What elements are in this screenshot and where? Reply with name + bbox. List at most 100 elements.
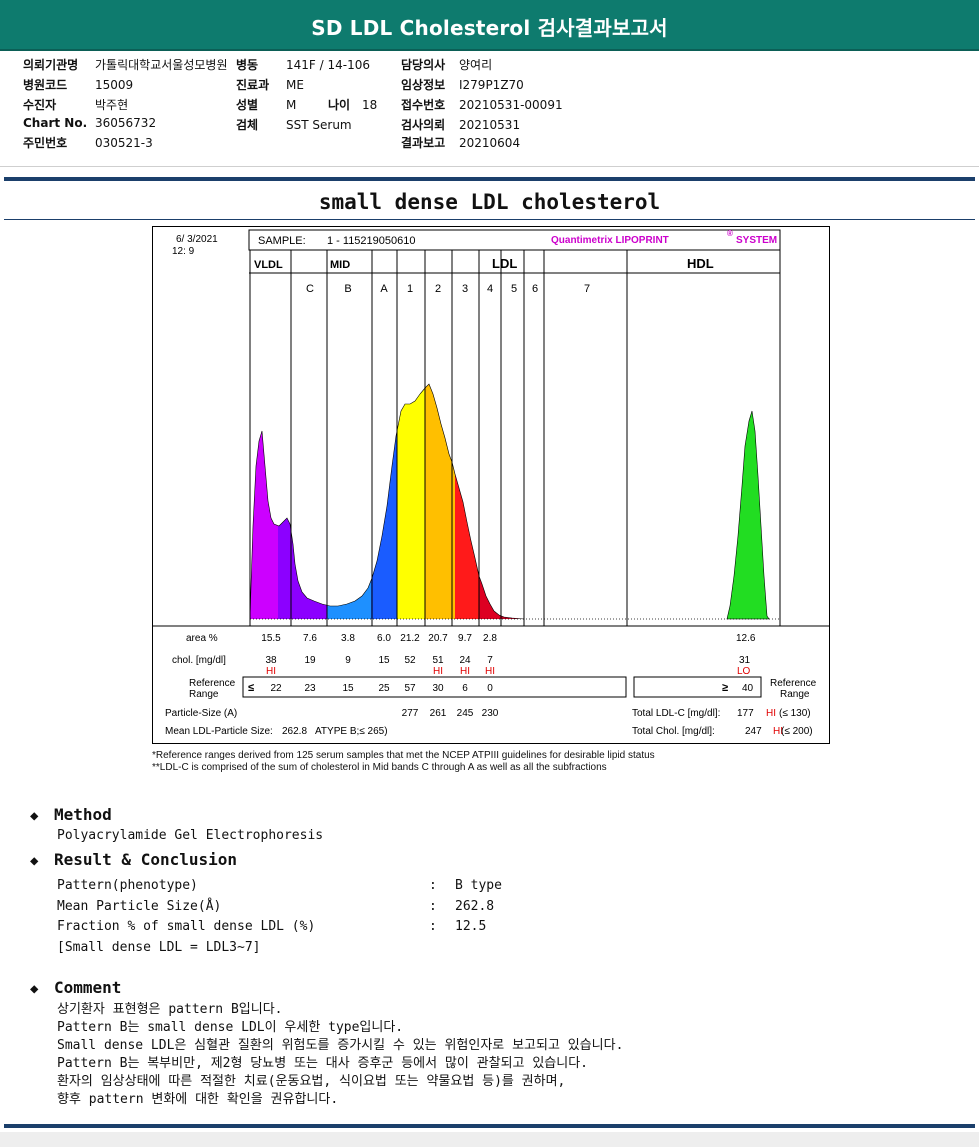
result-row-pattern: Pattern(phenotype): B type: [57, 878, 502, 893]
chol-flag: HI: [266, 666, 276, 677]
ref-range-right-label2: Range: [780, 689, 810, 700]
chol-value: 24: [459, 655, 471, 666]
band-label-3: 3: [462, 283, 468, 295]
ref-range-value: 22: [270, 683, 282, 694]
chart-time: 12: 9: [172, 246, 195, 257]
hdl-flag: LO: [737, 666, 751, 677]
ref-range-right-label1: Reference: [770, 678, 817, 689]
comment-line: Pattern B는 복부비만, 제2형 당뇨병 또는 대사 증후군 등에서 많…: [57, 1056, 588, 1071]
band-label-5: 5: [511, 283, 517, 295]
info-hospital-code: 병원코드 15009: [23, 78, 134, 92]
total-ldl-value: 177: [737, 708, 754, 719]
system-label: Quantimetrix LIPOPRINT: [551, 235, 669, 246]
row-label-ps: Particle-Size (A): [165, 708, 237, 719]
diamond-icon: ◆: [30, 853, 39, 869]
group-label-mid: MID: [330, 259, 350, 271]
footer-band: [0, 1132, 979, 1147]
ref-range-value: 30: [432, 683, 444, 694]
ref-range-value: 23: [304, 683, 316, 694]
result-row-mean-size: Mean Particle Size(Å):262.8: [57, 899, 495, 914]
hdl-chol-value: 31: [739, 655, 751, 666]
band-area-ldl1: [397, 388, 425, 619]
chol-flag: HI: [433, 666, 443, 677]
total-chol-ref: (≤ 200): [781, 726, 813, 737]
lipoprint-chart-svg: 6/ 3/2021 12: 9 SAMPLE: 1 - 115219050610…: [152, 226, 830, 744]
info-chart-no: Chart No. 36056732: [23, 116, 157, 130]
total-ldl-ref: (≤ 130): [779, 708, 811, 719]
area-pct-value: 2.8: [483, 633, 497, 644]
comment-line: 향후 pattern 변화에 대한 확인을 권유합니다.: [57, 1092, 339, 1107]
divider-top: [4, 177, 975, 181]
info-clinical: 임상정보 I279P1Z70: [401, 78, 524, 92]
total-chol-value: 247: [745, 726, 762, 737]
comment-heading: ◆ Comment: [30, 978, 122, 997]
area-pct-value: 20.7: [428, 633, 448, 644]
row-label-chol: chol. [mg/dl]: [172, 655, 226, 666]
info-resident-no: 주민번호 030521-3: [23, 136, 153, 150]
ref-range-value: 57: [404, 683, 416, 694]
system-suffix: SYSTEM: [736, 235, 777, 246]
title-bar: SD LDL Cholesterol 검사결과보고서: [0, 0, 979, 51]
particle-size-value: 261: [430, 708, 447, 719]
chol-flag: HI: [485, 666, 495, 677]
sample-id: 1 - 115219050610: [327, 235, 416, 247]
result-heading: ◆ Result & Conclusion: [30, 850, 238, 869]
band-label-1: 1: [407, 283, 413, 295]
total-ldl-label: Total LDL-C [mg/dl]:: [632, 708, 720, 719]
ref-range-value: 25: [378, 683, 390, 694]
info-request-date: 검사의뢰 20210531: [401, 118, 521, 132]
chol-value: 15: [378, 655, 390, 666]
comment-line: 환자의 임상상태에 따른 적절한 치료(운동요법, 식이요법 또는 약물요법 등…: [57, 1074, 566, 1089]
ref-range-value: 6: [462, 683, 468, 694]
mean-size-value: 262.8: [282, 726, 307, 737]
area-pct-value: 15.5: [261, 633, 281, 644]
ref-range-value: 0: [487, 683, 493, 694]
info-specimen: 검체 SST Serum: [236, 118, 352, 132]
group-label-vldl: VLDL: [254, 259, 283, 271]
band-label-6: 6: [532, 283, 538, 295]
particle-size-value: 230: [482, 708, 499, 719]
group-label-hdl: HDL: [687, 256, 714, 271]
info-doctor: 담당의사 양여리: [401, 58, 493, 72]
band-label-7: 7: [584, 283, 590, 295]
particle-size-value: 245: [457, 708, 474, 719]
total-chol-label: Total Chol. [mg/dl]:: [632, 726, 715, 737]
diamond-icon: ◆: [30, 808, 39, 824]
chol-value: 7: [487, 655, 493, 666]
divider-bottom: [4, 1124, 975, 1128]
area-pct-value: 21.2: [400, 633, 420, 644]
info-receipt-no: 접수번호 20210531-00091: [401, 98, 563, 112]
chol-value: 9: [345, 655, 351, 666]
area-pct-value: 9.7: [458, 633, 472, 644]
report-title: SD LDL Cholesterol 검사결과보고서: [311, 16, 668, 40]
system-sup: ®: [727, 229, 733, 238]
chol-value: 51: [432, 655, 444, 666]
chol-value: 38: [265, 655, 277, 666]
area-pct-value: 6.0: [377, 633, 391, 644]
info-age-value: 18: [362, 98, 378, 112]
chol-flag: HI: [460, 666, 470, 677]
band-label-2: 2: [435, 283, 441, 295]
row-label-area: area %: [186, 633, 218, 644]
hdl-area-value: 12.6: [736, 633, 756, 644]
info-ward: 병동 141F / 14-106: [236, 58, 370, 72]
diamond-icon: ◆: [30, 981, 39, 997]
info-sex: 성별 M 나이 18: [236, 98, 378, 112]
chart-date: 6/ 3/2021: [176, 234, 218, 245]
particle-size-value: 277: [402, 708, 419, 719]
row-label-ref2: Range: [189, 689, 219, 700]
result-row-fraction: Fraction % of small dense LDL (%):12.5: [57, 919, 487, 934]
band-label-c: C: [306, 283, 314, 295]
lipoprint-chart: 6/ 3/2021 12: 9 SAMPLE: 1 - 115219050610…: [152, 226, 830, 744]
comment-line: Small dense LDL은 심혈관 질환의 위험도를 증가시킬 수 있는 …: [57, 1038, 624, 1053]
band-label-a: A: [380, 283, 388, 295]
area-pct-value: 3.8: [341, 633, 355, 644]
hdl-ref-value: 40: [742, 683, 754, 694]
comment-line: Pattern B는 small dense LDL이 우세한 type입니다.: [57, 1020, 404, 1035]
info-institution: 의뢰기관명 가톨릭대학교서울성모병원: [23, 58, 228, 72]
result-note: [Small dense LDL = LDL3~7]: [57, 940, 261, 955]
hdl-ref-prefix: ≥: [722, 682, 728, 694]
divider-section: [4, 219, 975, 220]
footnote-2: **LDL-C is comprised of the sum of chole…: [152, 762, 607, 773]
method-text: Polyacrylamide Gel Electrophoresis: [57, 828, 324, 843]
